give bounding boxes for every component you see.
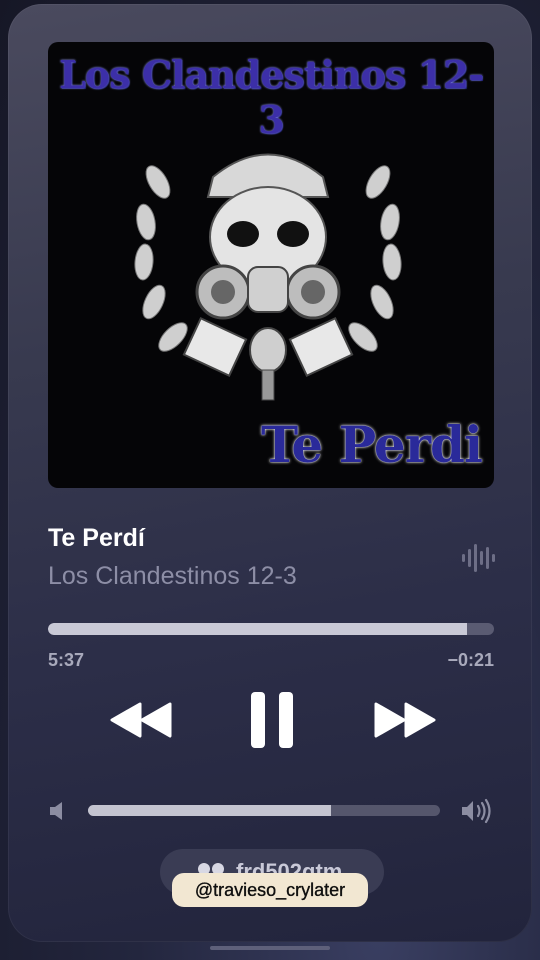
watermark-username: @travieso_crylater: [172, 873, 368, 907]
volume-slider-fill: [88, 805, 331, 816]
playback-progress-bar[interactable]: [48, 623, 494, 635]
volume-high-icon: [462, 798, 491, 824]
volume-slider[interactable]: [88, 805, 440, 816]
track-title: Te Perdí: [48, 524, 145, 552]
elapsed-time: 5:37: [48, 650, 85, 670]
now-playing-screen: Los Clandestinos 12-3 Te Perdi Te Perdí …: [0, 0, 540, 960]
home-indicator[interactable]: [210, 946, 330, 950]
audio-waveform-icon: [462, 544, 495, 572]
album-artwork: Los Clandestinos 12-3 Te Perdi: [48, 42, 494, 488]
pause-button[interactable]: [249, 690, 295, 750]
volume-low-icon: [50, 802, 62, 820]
playback-progress-fill: [48, 623, 468, 635]
artwork-song-text: Te Perdi: [260, 415, 483, 474]
rewind-button[interactable]: [110, 700, 174, 740]
track-artist[interactable]: Los Clandestinos 12-3: [48, 562, 297, 591]
skull-gasmask-illustration: [134, 153, 402, 401]
fast-forward-button[interactable]: [372, 700, 436, 740]
remaining-time: −0:21: [447, 650, 494, 670]
